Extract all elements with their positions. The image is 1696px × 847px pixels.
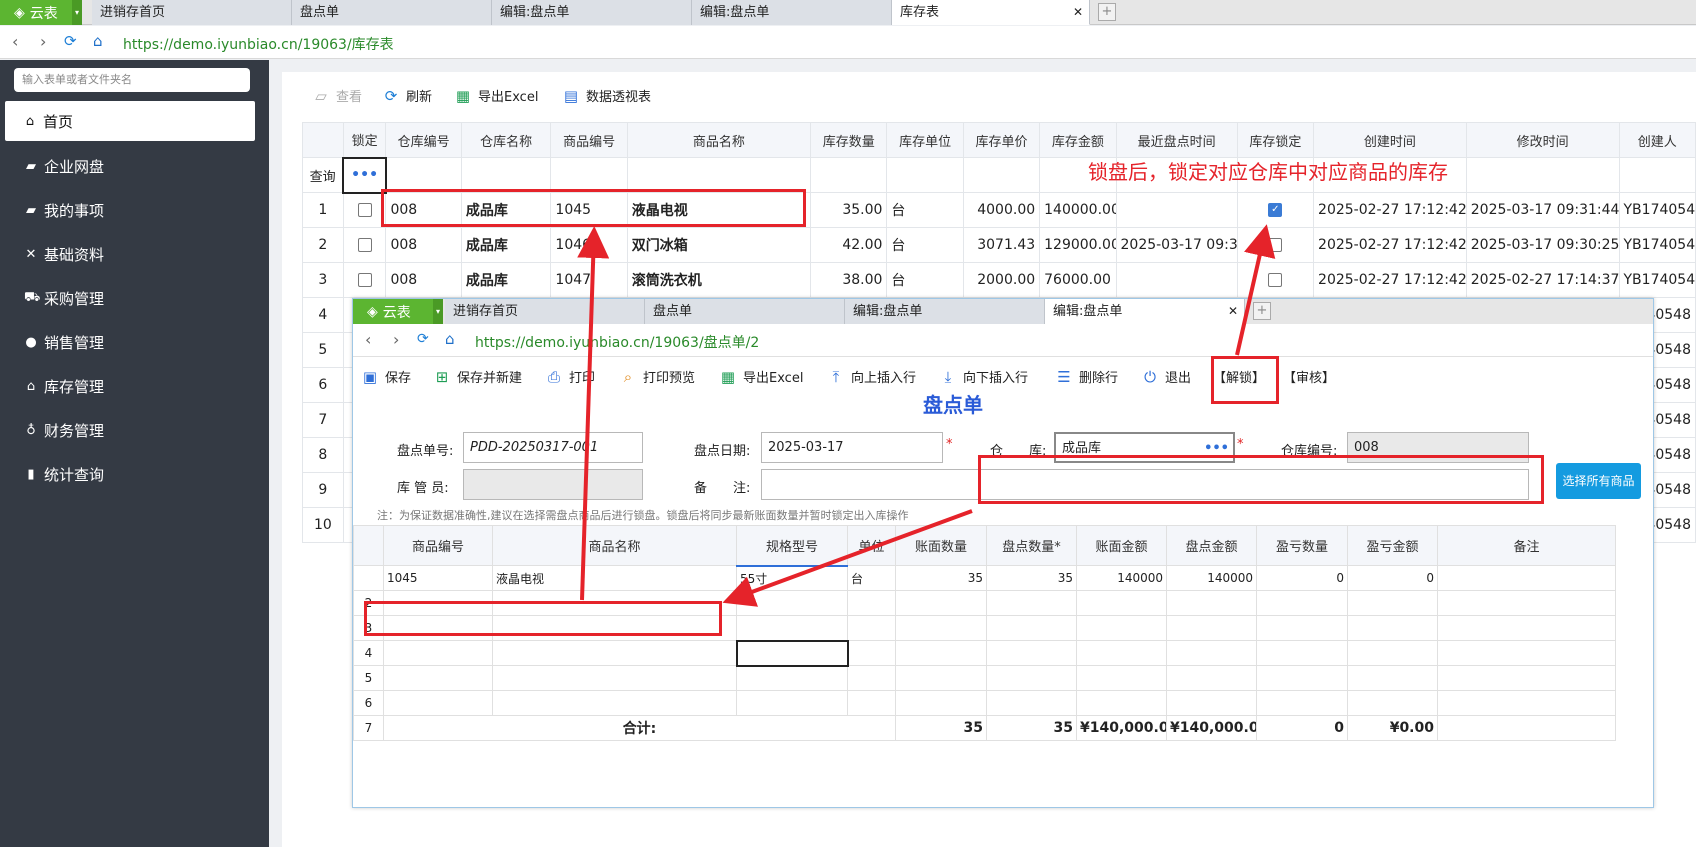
arrow-to-stock-lock xyxy=(1235,224,1276,356)
arrow-to-inventory-row xyxy=(577,226,610,601)
annotation-arrows xyxy=(577,224,1276,607)
arrow-to-product-row xyxy=(722,509,973,607)
